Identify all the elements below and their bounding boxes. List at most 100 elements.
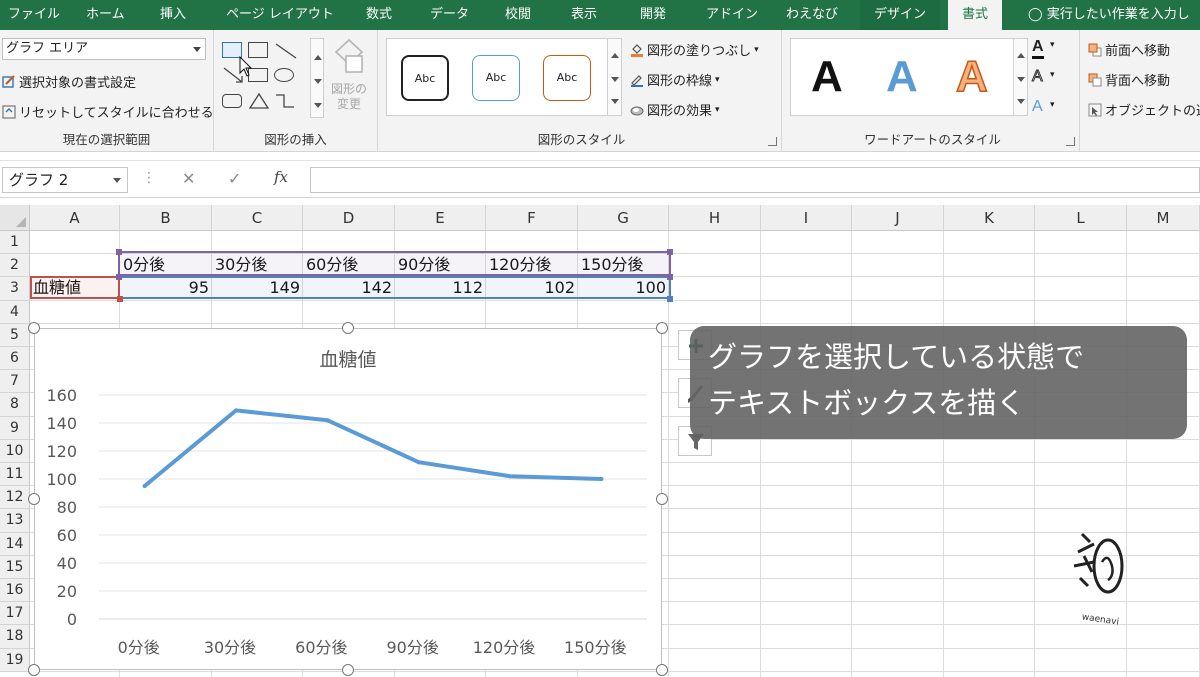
cancel-icon[interactable]: ✕	[182, 169, 195, 188]
row-header-18[interactable]: 18	[0, 625, 30, 649]
column-header-d[interactable]: D	[303, 205, 395, 231]
data-point[interactable]	[508, 474, 512, 479]
row-header-8[interactable]: 8	[0, 393, 30, 417]
resize-handle[interactable]	[656, 664, 668, 676]
column-header-m[interactable]: M	[1127, 205, 1200, 231]
data-point[interactable]	[142, 484, 147, 488]
tab-2[interactable]: 挿入	[160, 0, 186, 30]
row-header-19[interactable]: 19	[0, 648, 30, 672]
chevron-down-icon[interactable]: ▾	[1050, 40, 1055, 50]
chevron-down-icon[interactable]: ▾	[1050, 100, 1055, 110]
resize-handle[interactable]	[342, 322, 354, 334]
row-header-1[interactable]: 1	[0, 231, 30, 255]
data-point[interactable]	[416, 460, 421, 465]
formula-input[interactable]	[310, 167, 1200, 193]
data-point[interactable]	[599, 477, 604, 481]
rounded-rect-shape[interactable]	[222, 94, 242, 108]
selection-pane-button[interactable]: オブジェクトの選	[1088, 100, 1200, 119]
row-header-14[interactable]: 14	[0, 532, 30, 556]
column-header-b[interactable]: B	[120, 205, 212, 231]
tab-5[interactable]: データ	[430, 0, 469, 30]
reset-style-button[interactable]: リセットしてスタイルに合わせる	[2, 102, 214, 121]
wordart-scroll[interactable]	[1013, 39, 1027, 115]
resize-handle[interactable]	[28, 322, 40, 334]
text-fill-button[interactable]: A	[1032, 38, 1044, 59]
tab-1[interactable]: ホーム	[86, 0, 125, 30]
tab-8[interactable]: 開発	[640, 0, 666, 30]
wordart-style-black[interactable]: A	[811, 51, 843, 103]
column-header-i[interactable]: I	[761, 205, 852, 231]
resize-handle[interactable]	[656, 493, 668, 505]
oval-shape[interactable]	[274, 68, 294, 82]
resize-handle[interactable]	[28, 664, 40, 676]
text-effects-button[interactable]: A	[1032, 98, 1043, 116]
row-header-10[interactable]: 10	[0, 439, 30, 463]
row-header-13[interactable]: 13	[0, 509, 30, 533]
resize-handle[interactable]	[28, 493, 40, 505]
shapes-gallery-scroll[interactable]	[310, 38, 324, 118]
tab-6[interactable]: 校閲	[505, 0, 531, 30]
column-header-h[interactable]: H	[669, 205, 761, 231]
row-header-2[interactable]: 2	[0, 254, 30, 278]
format-selection-button[interactable]: 選択対象の書式設定	[2, 72, 136, 91]
tab-9[interactable]: アドイン	[706, 0, 758, 30]
dialog-launcher-icon[interactable]	[768, 137, 777, 146]
wordart-gallery[interactable]: A A A	[790, 38, 1028, 116]
triangle-shape[interactable]	[248, 92, 270, 110]
column-header-a[interactable]: A	[30, 205, 120, 231]
shape-fill-button[interactable]: 図形の塗りつぶし ▾	[630, 40, 759, 59]
wordart-style-orange[interactable]: A	[955, 51, 988, 103]
resize-handle[interactable]	[342, 664, 354, 676]
text-outline-button[interactable]: A	[1032, 68, 1044, 86]
data-point[interactable]	[234, 408, 238, 413]
row-header-17[interactable]: 17	[0, 602, 30, 626]
row-header-9[interactable]: 9	[0, 416, 30, 440]
shape-styles-scroll[interactable]	[607, 39, 621, 115]
line-chart[interactable]: 血糖値 0 20 40 60 80 100 120 140 160 0分後 30分後 60分後 90分後…	[34, 328, 662, 670]
chart-element-combo[interactable]: グラフ エリア	[2, 38, 206, 60]
column-header-f[interactable]: F	[486, 205, 578, 231]
tab-4[interactable]: 数式	[366, 0, 392, 30]
row-header-11[interactable]: 11	[0, 463, 30, 487]
tell-me-box[interactable]: ◯ 実行したい作業を入力し	[1024, 0, 1190, 30]
column-header-j[interactable]: J	[852, 205, 944, 231]
wordart-style-blue[interactable]: A	[886, 51, 918, 103]
column-header-k[interactable]: K	[944, 205, 1035, 231]
shape-outline-button[interactable]: 図形の枠線 ▾	[630, 70, 720, 89]
dialog-launcher-icon[interactable]	[1066, 137, 1075, 146]
tab-10[interactable]: わえなび	[786, 0, 838, 30]
row-header-12[interactable]: 12	[0, 486, 30, 510]
shape-styles-gallery[interactable]: Abc Abc Abc	[386, 38, 622, 116]
select-all-button[interactable]	[0, 205, 30, 231]
insert-function-button[interactable]: fx	[274, 168, 288, 186]
drag-handle-icon[interactable]: ⋮	[142, 170, 156, 186]
shape-style-black[interactable]: Abc	[401, 55, 449, 101]
shapes-gallery[interactable]	[220, 38, 310, 118]
column-header-e[interactable]: E	[395, 205, 486, 231]
shape-style-orange[interactable]: Abc	[543, 55, 591, 101]
row-header-5[interactable]: 5	[0, 323, 30, 347]
row-header-4[interactable]: 4	[0, 300, 30, 324]
tab-format[interactable]: 書式	[948, 0, 1003, 30]
row-header-7[interactable]: 7	[0, 370, 30, 394]
chevron-down-icon[interactable]: ▾	[1050, 70, 1055, 80]
resize-handle[interactable]	[656, 322, 668, 334]
range-handle[interactable]	[667, 249, 673, 255]
series-line[interactable]	[142, 408, 604, 488]
range-handle[interactable]	[667, 296, 673, 302]
line-shape[interactable]	[274, 42, 298, 60]
shape-effects-button[interactable]: 図形の効果 ▾	[630, 100, 720, 119]
row-header-15[interactable]: 15	[0, 555, 30, 579]
data-point[interactable]	[325, 418, 330, 423]
tab-3[interactable]: ページ レイアウト	[226, 0, 334, 30]
range-handle[interactable]	[116, 274, 122, 280]
name-box[interactable]: グラフ 2	[2, 167, 128, 193]
range-handle[interactable]	[667, 274, 673, 280]
range-handle[interactable]	[116, 249, 122, 255]
elbow-connector-shape[interactable]	[274, 92, 296, 110]
tab-0[interactable]: ファイル	[8, 0, 60, 30]
change-shape-button[interactable]: 図形の 変更	[326, 38, 372, 112]
column-header-g[interactable]: G	[578, 205, 669, 231]
row-header-6[interactable]: 6	[0, 347, 30, 371]
shape-style-blue[interactable]: Abc	[472, 55, 520, 101]
